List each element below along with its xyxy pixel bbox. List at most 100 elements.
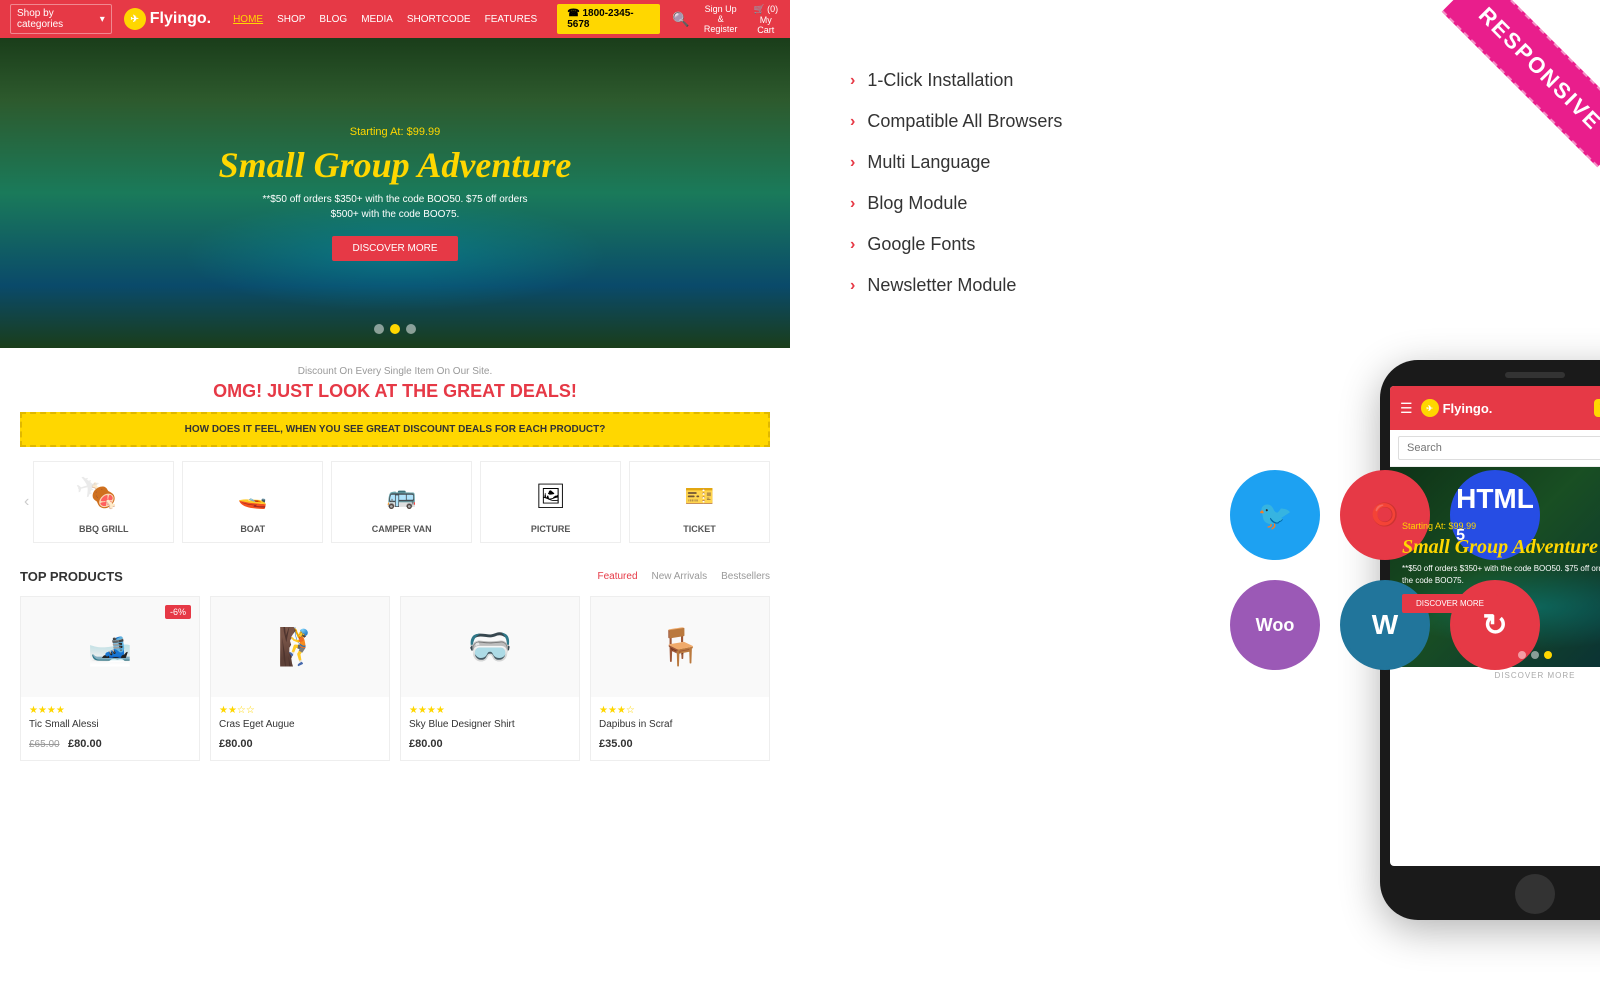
phone-hero-subtitle: **$50 off orders $350+ with the code BOO… (1402, 563, 1600, 585)
product-card-1[interactable]: 🧗 ★★☆☆ Cras Eget Augue £80.00 (210, 596, 390, 761)
product-card-3[interactable]: 🪑 ★★★☆ Dapibus in Scraf £35.00 (590, 596, 770, 761)
category-boat[interactable]: 🚤 BOAT (182, 461, 323, 543)
product-name-2: Sky Blue Designer Shirt (409, 719, 571, 730)
nav-shop[interactable]: SHOP (277, 14, 305, 25)
ticket-icon: 🎫 (678, 474, 722, 518)
feature-label-1: Compatible All Browsers (867, 111, 1062, 132)
product-img-2: 🥽 (401, 597, 579, 697)
picture-label: PICTURE (531, 524, 571, 534)
phone-button[interactable]: ☎ 1800-2345-5678 (557, 4, 660, 34)
shop-by-button[interactable]: Shop by categories ▾ (10, 4, 112, 34)
wordpress-icon: W (1372, 609, 1398, 641)
product-stars-1: ★★☆☆ (219, 705, 381, 716)
phone-speaker (1505, 372, 1565, 378)
deals-subtitle: Discount On Every Single Item On Our Sit… (20, 366, 770, 377)
twitter-icon: 🐦 (1258, 499, 1293, 532)
feature-arrow-icon-5: › (850, 277, 855, 295)
right-panel: RESPONSIVE › 1-Click Installation › Comp… (790, 0, 1600, 1000)
feature-label-0: 1-Click Installation (867, 70, 1013, 91)
phone-search-bar: 🔍 (1390, 430, 1600, 467)
phone-dot-1[interactable] (1518, 651, 1526, 659)
feature-label-4: Google Fonts (867, 234, 975, 255)
camper-van-label: CAMPER VAN (372, 524, 432, 534)
categories-list: 🍖 BBQ GRILL 🚤 BOAT 🚌 CAMPER VAN 🖼 PICTUR… (33, 461, 770, 543)
product-info-0: ★★★★ Tic Small Alessi £65.00 £80.00 (21, 697, 199, 760)
boat-icon: 🚤 (231, 474, 275, 518)
phone-logo-text: Flyingo. (1443, 401, 1493, 416)
phone-logo: ✈ Flyingo. (1421, 399, 1493, 417)
product-info-1: ★★☆☆ Cras Eget Augue £80.00 (211, 697, 389, 760)
feature-arrow-icon-2: › (850, 154, 855, 172)
ticket-label: TICKET (683, 524, 716, 534)
feature-arrow-icon-1: › (850, 113, 855, 131)
phone-home-button[interactable] (1515, 874, 1555, 914)
hero-starting: Starting At: $99.99 (350, 126, 441, 138)
phone-call-icon[interactable]: 📞 (1594, 399, 1600, 417)
product-price-0: £65.00 £80.00 (29, 734, 191, 752)
cart-link[interactable]: 🛒 (0) My Cart (752, 4, 780, 35)
bbq-label: BBQ GRILL (79, 524, 129, 534)
nav-shortcode[interactable]: SHORTCODE (407, 14, 471, 25)
opencart-icon: ⭕ (1371, 502, 1398, 528)
picture-icon: 🖼 (529, 474, 573, 518)
feature-label-2: Multi Language (867, 152, 990, 173)
logo-text: Flyingo. (150, 10, 211, 28)
responsive-badge-text: RESPONSIVE (1442, 0, 1600, 167)
phone-hero-button[interactable]: DISCOVER MORE (1402, 594, 1498, 613)
tech-icon-twitter[interactable]: 🐦 (1230, 470, 1320, 560)
product-name-0: Tic Small Alessi (29, 719, 191, 730)
refresh-icon: ↻ (1482, 608, 1507, 643)
nav-media[interactable]: MEDIA (361, 14, 393, 25)
woo-icon: Woo (1256, 615, 1295, 636)
feature-item-4: › Google Fonts (850, 234, 1540, 255)
navbar-logo[interactable]: ✈ Flyingo. (124, 8, 211, 30)
category-bbq-grill[interactable]: 🍖 BBQ GRILL (33, 461, 174, 543)
product-img-1: 🧗 (211, 597, 389, 697)
products-tabs: Featured New Arrivals Bestsellers (597, 571, 770, 582)
shop-by-label: Shop by categories (17, 8, 97, 30)
category-camper-van[interactable]: 🚌 CAMPER VAN (331, 461, 472, 543)
hero-dot-2[interactable] (390, 324, 400, 334)
nav-links: HOME SHOP BLOG MEDIA SHORTCODE FEATURES (233, 14, 537, 25)
hero-dot-3[interactable] (406, 324, 416, 334)
tab-featured[interactable]: Featured (597, 571, 637, 582)
navbar: Shop by categories ▾ ✈ Flyingo. HOME SHO… (0, 0, 790, 38)
category-ticket[interactable]: 🎫 TICKET (629, 461, 770, 543)
hamburger-icon[interactable]: ☰ (1400, 400, 1413, 417)
left-panel: Shop by categories ▾ ✈ Flyingo. HOME SHO… (0, 0, 790, 1000)
nav-blog[interactable]: BLOG (319, 14, 347, 25)
deals-title: OMG! JUST LOOK AT THE GREAT DEALS! (20, 381, 770, 402)
product-name-1: Cras Eget Augue (219, 719, 381, 730)
categories-prev-arrow[interactable]: ‹ (20, 493, 33, 511)
nav-home[interactable]: HOME (233, 14, 263, 25)
phone-search-input[interactable] (1398, 436, 1600, 460)
category-picture[interactable]: 🖼 PICTURE (480, 461, 621, 543)
phone-logo-icon: ✈ (1421, 399, 1439, 417)
hero-discover-button[interactable]: DISCOVER MORE (332, 236, 457, 261)
feature-arrow-icon-3: › (850, 195, 855, 213)
product-name-3: Dapibus in Scraf (599, 719, 761, 730)
phone-dot-2[interactable] (1531, 651, 1539, 659)
tech-icon-woocommerce[interactable]: Woo (1230, 580, 1320, 670)
hero-section: Starting At: $99.99 Small Group Adventur… (0, 38, 790, 348)
product-img-3: 🪑 (591, 597, 769, 697)
phone-navbar: ☰ ✈ Flyingo. 📞 👤 🛒 0 (1390, 386, 1600, 430)
product-badge-0: -6% (165, 605, 191, 619)
tab-bestsellers[interactable]: Bestsellers (721, 571, 770, 582)
hero-dot-1[interactable] (374, 324, 384, 334)
nav-right: 🔍 Sign Up & Register 🛒 (0) My Cart (672, 4, 780, 35)
phone-dot-3[interactable] (1544, 651, 1552, 659)
search-icon[interactable]: 🔍 (672, 11, 689, 28)
products-grid: -6% 🎿 ★★★★ Tic Small Alessi £65.00 £80.0… (20, 596, 770, 761)
feature-item-5: › Newsletter Module (850, 275, 1540, 296)
product-card-2[interactable]: 🥽 ★★★★ Sky Blue Designer Shirt £80.00 (400, 596, 580, 761)
tab-new-arrivals[interactable]: New Arrivals (652, 571, 708, 582)
product-card-0[interactable]: -6% 🎿 ★★★★ Tic Small Alessi £65.00 £80.0… (20, 596, 200, 761)
dropdown-arrow-icon: ▾ (100, 14, 105, 25)
phone-hero-starting: Starting At: $99.99 (1402, 521, 1476, 531)
product-info-2: ★★★★ Sky Blue Designer Shirt £80.00 (401, 697, 579, 760)
deals-section: Discount On Every Single Item On Our Sit… (0, 348, 790, 569)
logo-icon: ✈ (124, 8, 146, 30)
sign-up-link[interactable]: Sign Up & Register (702, 4, 740, 34)
nav-features[interactable]: FEATURES (485, 14, 538, 25)
